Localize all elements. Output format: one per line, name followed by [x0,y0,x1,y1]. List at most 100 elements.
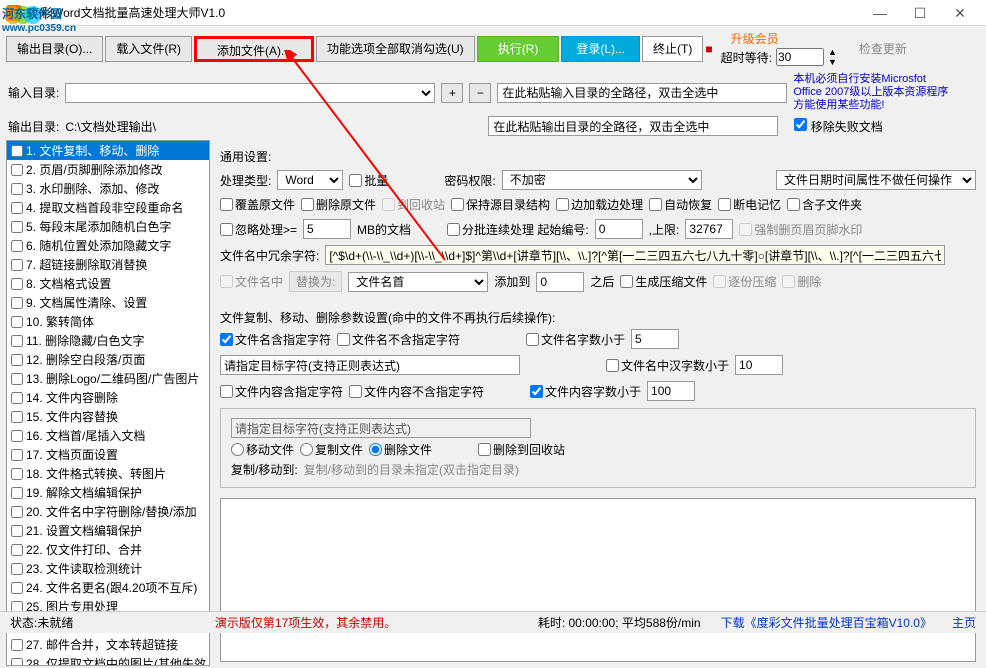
sidebar-item-15[interactable]: 15. 文件内容替换 [7,407,209,426]
sidebar-checkbox-27[interactable] [11,639,23,651]
sidebar-item-5[interactable]: 5. 每段末尾添加随机白色字 [7,217,209,236]
login-button[interactable]: 登录(L)... [561,36,640,62]
breakmem-checkbox[interactable] [718,198,731,211]
haschar-checkbox[interactable] [220,333,233,346]
sidebar-item-11[interactable]: 11. 删除隐藏/白色文字 [7,331,209,350]
sidebar-checkbox-10[interactable] [11,316,23,328]
sidebar-item-13[interactable]: 13. 删除Logo/二维码图/广告图片 [7,369,209,388]
sidebar-item-17[interactable]: 17. 文档页面设置 [7,445,209,464]
sidebar-item-24[interactable]: 24. 文件名更名(跟4.20项不互斥) [7,578,209,597]
timeout-input[interactable] [776,48,824,66]
add-file-button[interactable]: 添加文件(A)... [194,36,314,62]
delete-radio[interactable] [369,443,382,456]
sidebar-item-9[interactable]: 9. 文档属性清除、设置 [7,293,209,312]
sidebar-checkbox-24[interactable] [11,582,23,594]
split-checkbox[interactable] [447,223,460,236]
sidebar-item-7[interactable]: 7. 超链接删除取消替换 [7,255,209,274]
sidebar-item-16[interactable]: 16. 文档首/尾插入文档 [7,426,209,445]
stop-button[interactable]: 终止(T) [642,36,703,62]
contentlt-checkbox[interactable] [530,385,543,398]
autorecover-checkbox[interactable] [649,198,662,211]
redundant-input[interactable] [325,245,945,265]
sidebar-checkbox-22[interactable] [11,544,23,556]
sidebar-item-23[interactable]: 23. 文件读取检测统计 [7,559,209,578]
split-start-input[interactable] [595,219,643,239]
sidebar-checkbox-13[interactable] [11,373,23,385]
pwd-select[interactable]: 不加密 [502,170,702,190]
sidebar-checkbox-8[interactable] [11,278,23,290]
home-link[interactable]: 主页 [952,614,976,631]
sidebar-checkbox-17[interactable] [11,449,23,461]
sidebar-checkbox-16[interactable] [11,430,23,442]
sidebar-checkbox-20[interactable] [11,506,23,518]
sidebar-item-22[interactable]: 22. 仅文件打印、合并 [7,540,209,559]
batch-checkbox[interactable] [349,174,362,187]
check-update-link[interactable]: 检查更新 [859,40,907,57]
addpos-input[interactable] [536,272,584,292]
sidebar-item-6[interactable]: 6. 随机位置处添加隐藏文字 [7,236,209,255]
edgeload-checkbox[interactable] [556,198,569,211]
uncheck-all-button[interactable]: 功能选项全部取消勾选(U) [316,36,475,62]
overwrite-checkbox[interactable] [220,198,233,211]
sidebar-checkbox-19[interactable] [11,487,23,499]
sidebar-item-3[interactable]: 3. 水印删除、添加、修改 [7,179,209,198]
sidebar-item-27[interactable]: 27. 邮件合并，文本转超链接 [7,635,209,654]
run-button[interactable]: 执行(R) [477,36,560,62]
cnlt-input[interactable] [735,355,783,375]
upgrade-link[interactable]: 升级会员 [731,30,837,47]
sidebar-item-14[interactable]: 14. 文件内容删除 [7,388,209,407]
contenthas-checkbox[interactable] [220,385,233,398]
delrecycle-checkbox[interactable] [478,443,491,456]
sidebar-checkbox-3[interactable] [11,183,23,195]
target-input[interactable] [220,355,520,375]
sidebar-checkbox-1[interactable] [11,145,23,157]
delsrc-checkbox[interactable] [301,198,314,211]
sidebar-checkbox-7[interactable] [11,259,23,271]
fileprefix-select[interactable]: 文件名首 [348,272,488,292]
copy-radio[interactable] [300,443,313,456]
ignore-size-input[interactable] [303,219,351,239]
sidebar-item-19[interactable]: 19. 解除文档编辑保护 [7,483,209,502]
sidebar-item-28[interactable]: 28. 仅提取文档中的图片(其他失效 [7,654,209,666]
sidebar-checkbox-15[interactable] [11,411,23,423]
sidebar-item-12[interactable]: 12. 删除空白段落/页面 [7,350,209,369]
sidebar-checkbox-23[interactable] [11,563,23,575]
input-dir-select[interactable] [65,83,435,103]
output-dir-button[interactable]: 输出目录(O)... [6,36,103,62]
remove-fail-checkbox[interactable] [794,118,807,131]
contentlt-input[interactable] [647,381,695,401]
nochar-checkbox[interactable] [337,333,350,346]
genzip-checkbox[interactable] [620,275,633,288]
sidebar-item-21[interactable]: 21. 设置文档编辑保护 [7,521,209,540]
sidebar-item-20[interactable]: 20. 文件名中字符删除/替换/添加 [7,502,209,521]
sidebar-item-18[interactable]: 18. 文件格式转换、转图片 [7,464,209,483]
sidebar-item-8[interactable]: 8. 文档格式设置 [7,274,209,293]
function-list[interactable]: 1. 文件复制、移动、删除2. 页眉/页脚删除添加修改3. 水印删除、添加、修改… [6,140,210,666]
close-button[interactable]: ✕ [940,0,980,26]
sidebar-item-1[interactable]: 1. 文件复制、移动、删除 [7,141,209,160]
dest-placeholder[interactable]: 复制/移动到的目录未指定(双击指定目录) [304,461,519,478]
split-limit-input[interactable] [685,219,733,239]
sidebar-item-2[interactable]: 2. 页眉/页脚删除添加修改 [7,160,209,179]
sidebar-checkbox-5[interactable] [11,221,23,233]
sidebar-checkbox-6[interactable] [11,240,23,252]
sidebar-checkbox-18[interactable] [11,468,23,480]
contentno-checkbox[interactable] [349,385,362,398]
sidebar-checkbox-11[interactable] [11,335,23,347]
download-link[interactable]: 下载《度彩文件批量处理百宝箱V10.0》 [721,614,932,631]
move-radio[interactable] [231,443,244,456]
sidebar-checkbox-2[interactable] [11,164,23,176]
input-path-field[interactable] [497,83,787,103]
maximize-button[interactable]: ☐ [900,0,940,26]
minimize-button[interactable]: — [860,0,900,26]
remove-dir-button[interactable]: − [469,83,491,103]
sidebar-checkbox-9[interactable] [11,297,23,309]
sidebar-checkbox-4[interactable] [11,202,23,214]
ignore-checkbox[interactable] [220,223,233,236]
log-area[interactable] [220,498,976,662]
wordlt-checkbox[interactable] [526,333,539,346]
output-path-field[interactable] [488,116,778,136]
cnlt-checkbox[interactable] [606,359,619,372]
load-file-button[interactable]: 载入文件(R) [105,36,192,62]
keepstruct-checkbox[interactable] [451,198,464,211]
